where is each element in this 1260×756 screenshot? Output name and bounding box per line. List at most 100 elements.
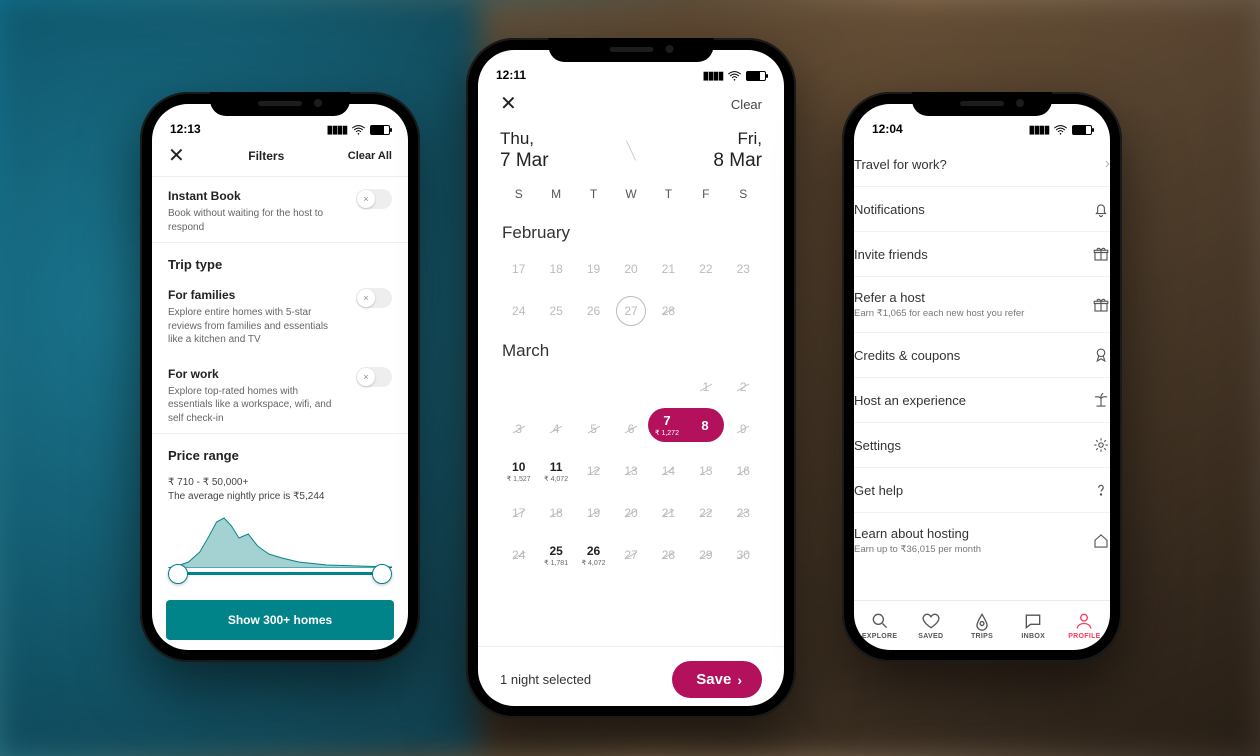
tab-inbox[interactable]: INBOX [1008,601,1059,650]
cal-day[interactable]: 30 [725,537,762,573]
to-date: 8 Mar [713,149,762,173]
date-separator [626,140,636,160]
selected-range-pill: 7₹ 1,272 8 [648,408,724,442]
cal-day[interactable]: 1 [687,369,724,405]
cal-day[interactable]: 19 [575,495,612,531]
clear-button[interactable]: Clear [731,97,762,112]
cal-day[interactable]: 19 [575,251,612,287]
to-dayname: Fri, [713,128,762,149]
ribbon-icon [1092,346,1110,364]
work-toggle[interactable]: × [356,367,392,387]
cal-day[interactable]: 3 [500,411,537,447]
cal-day[interactable]: 22 [687,495,724,531]
from-date: 7 Mar [500,149,549,173]
save-button[interactable]: Save › [672,661,762,698]
tab-explore[interactable]: EXPLORE [854,601,905,650]
help-icon [1092,481,1110,499]
chat-icon [1023,611,1043,631]
cal-day[interactable]: 18 [537,251,574,287]
bell-icon [1092,200,1110,218]
price-range-heading: Price range [168,434,392,467]
profile-row-help[interactable]: Get help [854,468,1110,513]
profile-row-host-experience[interactable]: Host an experience [854,378,1110,423]
trip-type-heading: Trip type [168,243,392,276]
person-icon [1074,611,1094,631]
cal-day[interactable]: 4 [537,411,574,447]
wifi-icon [1053,125,1068,135]
cal-day[interactable]: 20 [612,495,649,531]
profile-row-notifications[interactable]: Notifications [854,187,1110,232]
instant-book-toggle[interactable]: × [356,189,392,209]
cal-day[interactable]: 25 [537,293,574,329]
chevron-right-icon: › [737,672,742,688]
cal-day[interactable]: 21 [650,251,687,287]
cal-day[interactable]: 18 [537,495,574,531]
status-time: 12:13 [170,122,201,136]
tab-saved[interactable]: SAVED [905,601,956,650]
phone-notch [549,38,714,62]
cal-day[interactable]: 11₹ 4,072 [537,453,574,489]
calendar-february: 17 18 19 20 21 22 23 24 25 26 27 28 [500,251,762,329]
slider-thumb-max[interactable] [372,564,392,584]
profile-row-refer-host[interactable]: Refer a host Earn ₹1,065 for each new ho… [854,277,1110,333]
month-february: February [500,211,762,251]
cal-day[interactable]: 14 [650,453,687,489]
price-range-value: ₹ 710 - ₹ 50,000+ [168,477,392,488]
close-icon[interactable]: ✕ [168,146,185,166]
save-bar: 1 night selected Save › [478,646,784,706]
cal-day[interactable]: 17 [500,251,537,287]
slider-thumb-min[interactable] [168,564,188,584]
cal-day[interactable]: 23 [725,495,762,531]
dates-header: ✕ Clear [500,84,762,120]
families-toggle[interactable]: × [356,288,392,308]
instant-book-row: Instant Book Book without waiting for th… [168,177,392,242]
phone-filters: 12:13 ▮▮▮▮ ✕ Filters Clear All Instant B… [140,92,420,662]
month-march: March [500,329,762,369]
profile-row-invite-friends[interactable]: Invite friends [854,232,1110,277]
cal-day[interactable]: 23 [725,251,762,287]
show-homes-button[interactable]: Show 300+ homes [166,600,394,640]
cal-day[interactable]: 27 [612,537,649,573]
cal-day[interactable]: 28 [650,293,687,329]
profile-row-settings[interactable]: Settings [854,423,1110,468]
profile-row-credits[interactable]: Credits & coupons [854,333,1110,378]
cal-day[interactable]: 28 [650,537,687,573]
profile-row-learn-hosting[interactable]: Learn about hosting Earn up to ₹36,015 p… [854,513,1110,568]
cal-day[interactable]: 16 [725,453,762,489]
calendar-march: 1 2 3 4 5 6 9 7₹ 1,272 8 10₹ 1,527 11₹ 4… [500,369,762,573]
phone-dates: 12:11 ▮▮▮▮ ✕ Clear Thu, 7 Mar [466,38,796,718]
cal-day-today[interactable]: 27 [612,293,649,329]
cal-day[interactable]: 24 [500,293,537,329]
cal-day[interactable]: 15 [687,453,724,489]
battery-icon [1072,125,1092,135]
cal-day[interactable]: 20 [612,251,649,287]
cal-day[interactable]: 21 [650,495,687,531]
from-dayname: Thu, [500,128,549,149]
cal-day[interactable]: 26 [575,293,612,329]
cal-day[interactable]: 17 [500,495,537,531]
battery-icon [746,71,766,81]
cal-day[interactable]: 29 [687,537,724,573]
cal-day[interactable]: 9 [725,411,762,447]
price-avg: The average nightly price is ₹5,244 [168,491,392,502]
price-slider[interactable] [168,562,392,586]
tab-trips[interactable]: TRIPS [956,601,1007,650]
clear-all-button[interactable]: Clear All [348,150,392,162]
cal-day[interactable]: 2 [725,369,762,405]
families-desc: Explore entire homes with 5-star reviews… [168,306,344,347]
cal-day[interactable]: 25₹ 1,781 [537,537,574,573]
nights-selected: 1 night selected [500,672,591,687]
heart-icon [921,611,941,631]
cal-day[interactable]: 24 [500,537,537,573]
cal-day[interactable]: 10₹ 1,527 [500,453,537,489]
tab-profile[interactable]: PROFILE [1059,601,1110,650]
cal-day[interactable]: 13 [612,453,649,489]
home-icon [1092,532,1110,550]
close-icon[interactable]: ✕ [500,94,517,114]
cal-day[interactable]: 5 [575,411,612,447]
profile-row-travel-work[interactable]: Travel for work? › [854,142,1110,187]
cal-day[interactable]: 22 [687,251,724,287]
cal-day[interactable]: 26₹ 4,072 [575,537,612,573]
cal-day[interactable]: 12 [575,453,612,489]
cal-day[interactable]: 6 [612,411,649,447]
